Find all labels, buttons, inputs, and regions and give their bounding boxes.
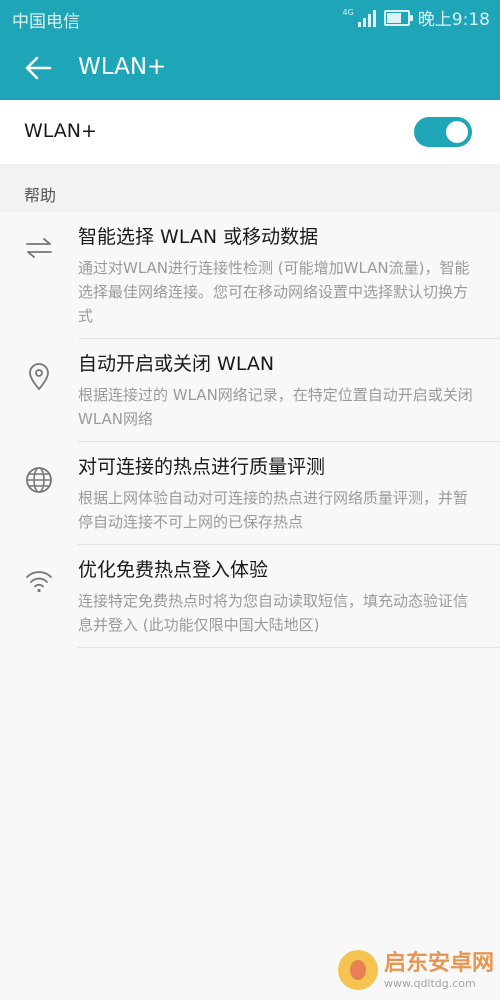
wlan-plus-label: WLAN+ xyxy=(24,120,97,142)
help-item-desc: 通过对WLAN进行连接性检测 (可能增加WLAN流量)，智能选择最佳网络连接。您… xyxy=(78,259,470,325)
switch-arrows-icon xyxy=(26,238,52,258)
help-item-title: 优化免费热点登入体验 xyxy=(78,559,269,581)
watermark-logo-icon xyxy=(337,950,378,990)
status-right: 4G 晚上9:18 xyxy=(343,5,490,30)
action-bar: WLAN+ xyxy=(0,34,500,100)
help-item-desc: 根据上网体验自动对可连接的热点进行网络质量评测，并暂停自动连接不可上网的已保存热… xyxy=(78,489,469,531)
help-item-free-hotspot[interactable]: 优化免费热点登入体验 连接特定免费热点时将为您自动读取短信，填充动态验证信息并登… xyxy=(0,545,500,648)
section-header: 帮助 xyxy=(0,164,500,212)
watermark: 启东安卓网 www.qdltdg.com xyxy=(337,950,494,990)
network-type-label: 4G xyxy=(342,7,354,17)
arrow-left-icon xyxy=(25,56,52,80)
help-list: 智能选择 WLAN 或移动数据 通过对WLAN进行连接性检测 (可能增加WLAN… xyxy=(0,212,500,648)
globe-icon xyxy=(26,467,52,493)
wlan-plus-toggle-row[interactable]: WLAN+ xyxy=(0,100,500,164)
help-item-title: 自动开启或关闭 WLAN xyxy=(78,353,275,375)
help-item-auto-toggle[interactable]: 自动开启或关闭 WLAN 根据连接过的 WLAN网络记录，在特定位置自动开启或关… xyxy=(0,339,500,442)
help-item-title: 对可连接的热点进行质量评测 xyxy=(78,456,326,478)
location-pin-icon xyxy=(29,363,49,391)
back-button[interactable] xyxy=(18,48,58,88)
switch-knob xyxy=(446,121,468,143)
carrier-label: 中国电信 xyxy=(12,12,80,32)
watermark-url: www.qdltdg.com xyxy=(383,976,476,990)
wlan-plus-switch[interactable] xyxy=(414,117,472,147)
battery-icon xyxy=(383,9,413,26)
help-item-quality-eval[interactable]: 对可连接的热点进行质量评测 根据上网体验自动对可连接的热点进行网络质量评测，并暂… xyxy=(0,442,500,545)
screen: 中国电信 4G 晚上9:18 WLAN+ WLAN+ 帮助 智能选择 WLAN … xyxy=(0,0,500,1000)
watermark-name: 启东安卓网 xyxy=(383,950,494,976)
clock-label: 晚上9:18 xyxy=(417,10,490,30)
battery-level xyxy=(386,12,401,23)
status-bar: 中国电信 4G 晚上9:18 xyxy=(0,0,500,34)
page-title: WLAN+ xyxy=(78,54,167,80)
help-item-desc: 连接特定免费热点时将为您自动读取短信，填充动态验证信息并登入 (此功能仅限中国大… xyxy=(78,592,469,634)
help-item-smart-select[interactable]: 智能选择 WLAN 或移动数据 通过对WLAN进行连接性检测 (可能增加WLAN… xyxy=(0,212,500,339)
help-item-title: 智能选择 WLAN 或移动数据 xyxy=(78,226,319,248)
wifi-icon xyxy=(26,571,52,593)
signal-icon: 4G xyxy=(342,7,376,27)
help-item-desc: 根据连接过的 WLAN网络记录，在特定位置自动开启或关闭WLAN网络 xyxy=(78,386,473,428)
section-header-label: 帮助 xyxy=(24,186,57,205)
